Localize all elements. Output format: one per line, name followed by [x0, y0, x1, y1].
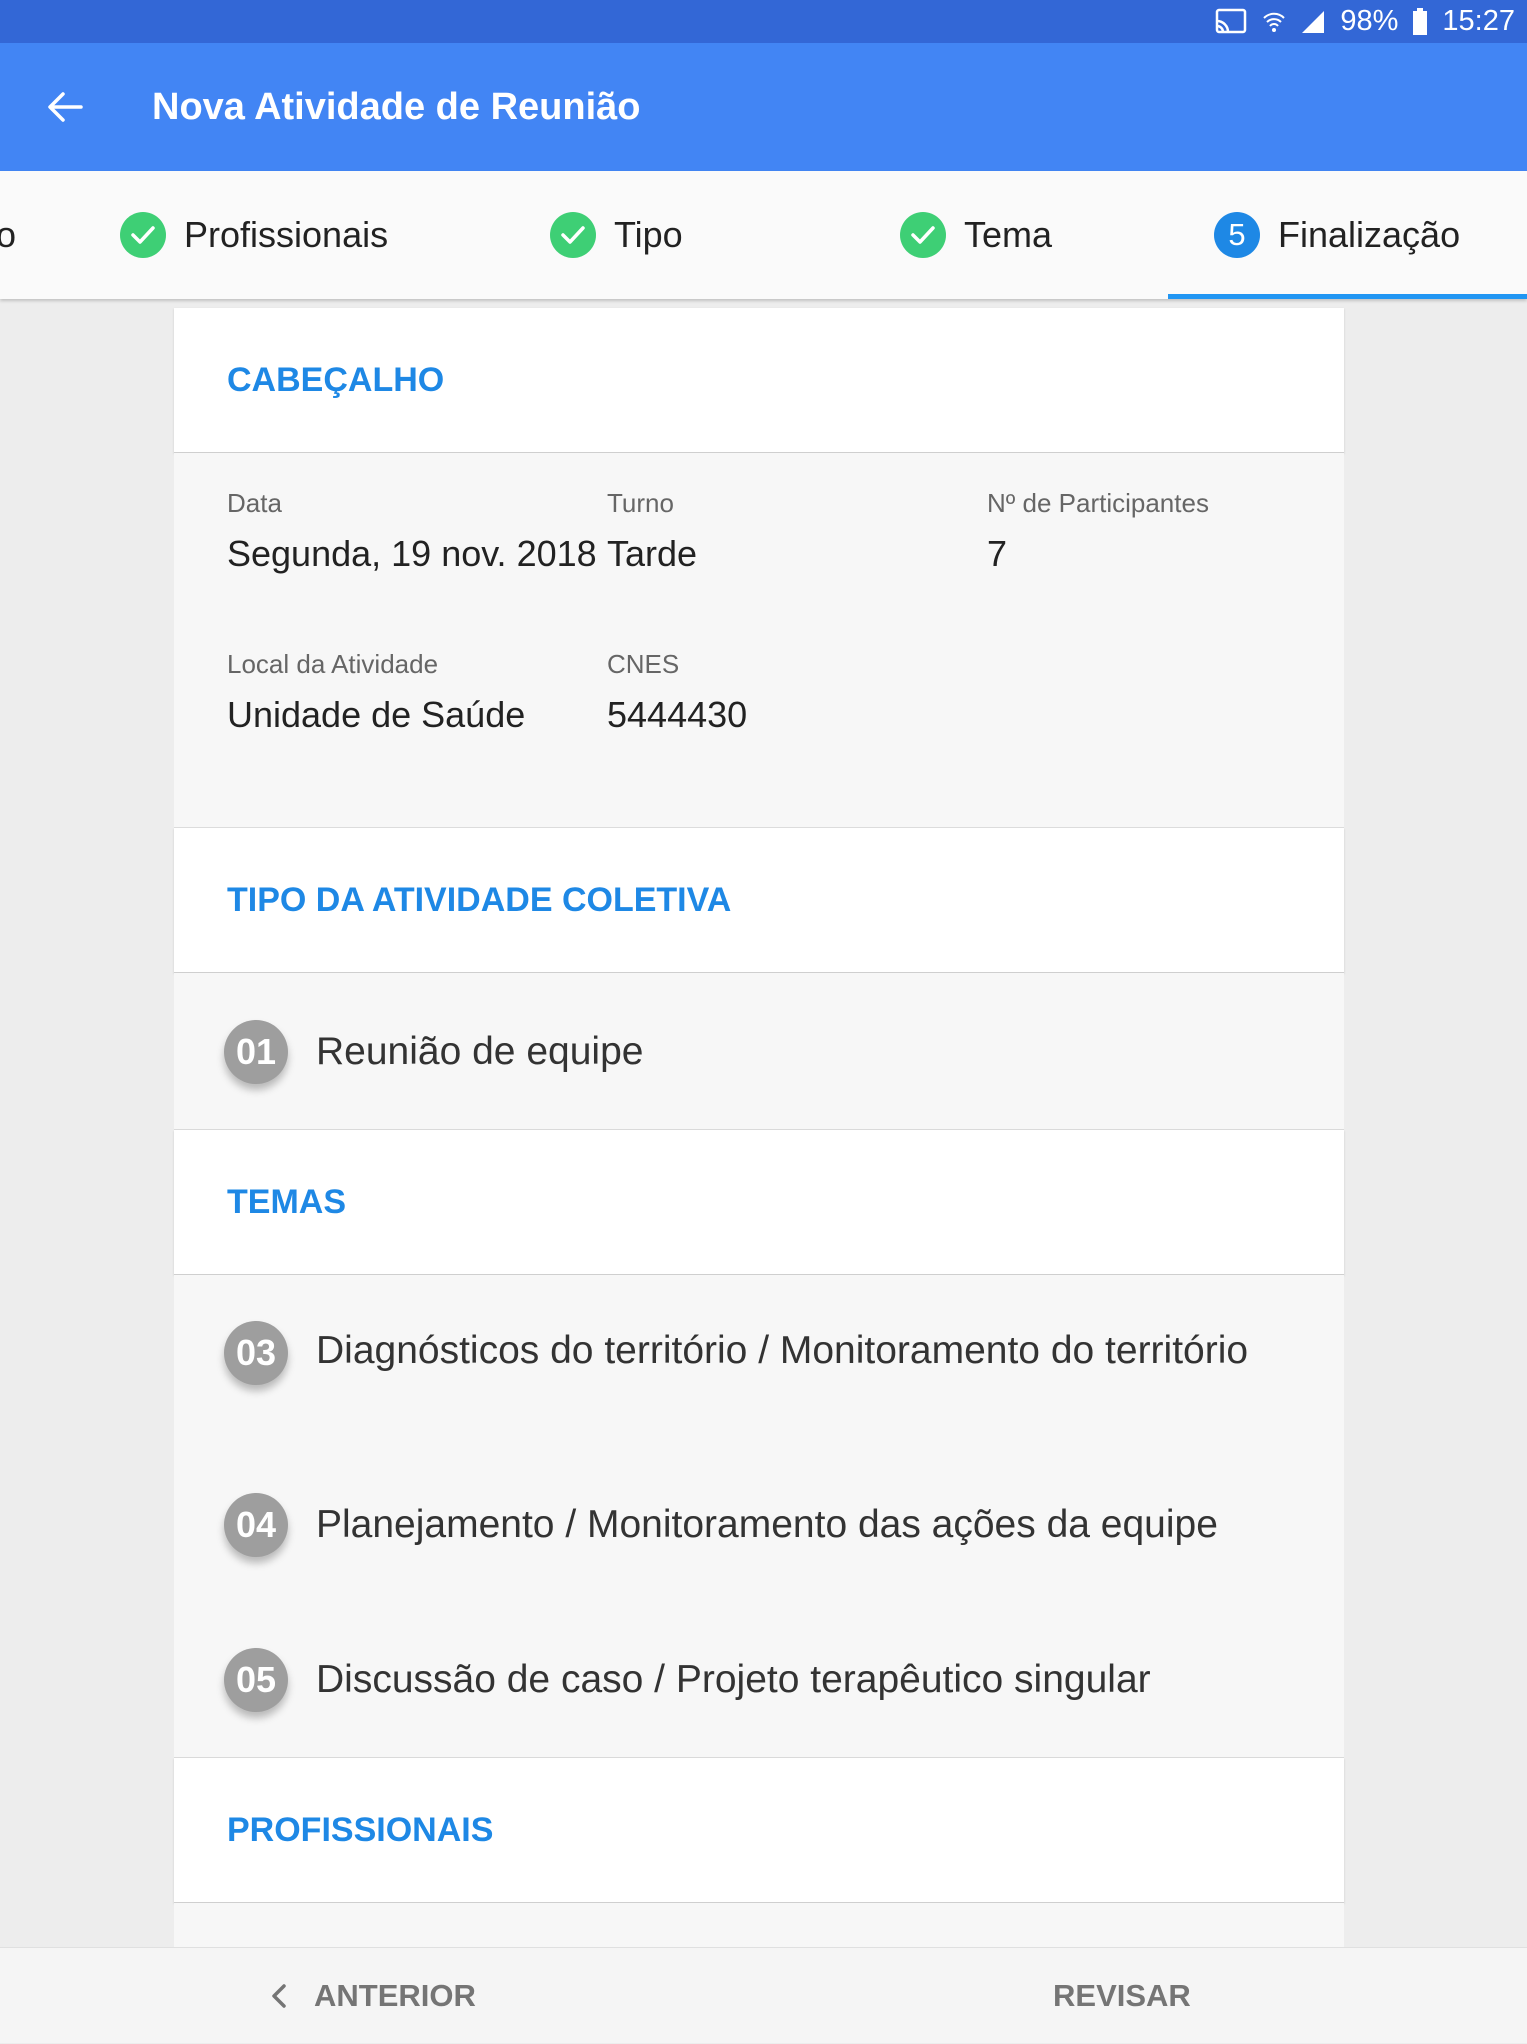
section-header-temas: TEMAS: [174, 1130, 1344, 1275]
bottom-navigation: ANTERIOR REVISAR: [0, 1947, 1527, 2043]
previous-label: ANTERIOR: [314, 1978, 476, 2013]
tema-item: 03 Diagnósticos do território / Monitora…: [174, 1275, 1344, 1448]
code-badge: 05: [224, 1648, 288, 1712]
list-item-label: Planejamento / Monitoramento das ações d…: [316, 1503, 1218, 1546]
list-item: 05 Discussão de caso / Projeto terapêuti…: [174, 1602, 1344, 1758]
field-value: Tarde: [607, 533, 698, 574]
field-label: CNES: [607, 649, 680, 679]
field-turno: Turno Tarde: [607, 488, 697, 575]
battery-percent: 98%: [1340, 5, 1399, 37]
cabecalho-fields: Data Segunda, 19 nov. 2018 Turno Tarde N…: [174, 453, 1344, 828]
page-title: Nova Atividade de Reunião: [152, 85, 641, 128]
cast-icon: [1214, 8, 1248, 36]
step-label: Finalização: [1278, 214, 1461, 255]
summary-content: CABEÇALHO Data Segunda, 19 nov. 2018 Tur…: [174, 308, 1344, 1963]
active-step-indicator: [1168, 294, 1527, 299]
field-value: Segunda, 19 nov. 2018: [227, 533, 597, 574]
stepper: o Profissionais Tipo Tema 5 Finalização: [0, 171, 1527, 299]
check-circle-icon: [900, 212, 946, 258]
field-participantes: Nº de Participantes 7: [987, 488, 1209, 575]
signal-icon: [1300, 9, 1326, 35]
field-value: 7: [987, 533, 1008, 574]
section-header-tipo: TIPO DA ATIVIDADE COLETIVA: [174, 828, 1344, 973]
field-data: Data Segunda, 19 nov. 2018: [227, 488, 597, 575]
field-value: Unidade de Saúde: [227, 694, 526, 735]
field-label: Data: [227, 488, 282, 518]
wifi-icon: [1262, 8, 1286, 36]
list-item: 04 Planejamento / Monitoramento das açõe…: [174, 1448, 1344, 1602]
list-item-label: Discussão de caso / Projeto terapêutico …: [316, 1658, 1151, 1701]
check-circle-icon: [550, 212, 596, 258]
section-header-profissionais: PROFISSIONAIS: [174, 1758, 1344, 1903]
arrow-back-icon: [48, 92, 83, 122]
chevron-left-icon: [272, 1984, 286, 2008]
previous-button[interactable]: ANTERIOR: [268, 1948, 476, 2044]
check-circle-icon: [120, 212, 166, 258]
step-finalizacao[interactable]: 5 Finalização: [1214, 171, 1460, 299]
code-badge: 03: [224, 1321, 288, 1385]
field-value: 5444430: [607, 694, 748, 735]
field-label: Local da Atividade: [227, 649, 439, 679]
step-partial-label: o: [0, 214, 17, 255]
list-item-label: Diagnósticos do território / Monitoramen…: [316, 1329, 1249, 1372]
step-label: Tipo: [614, 214, 683, 255]
battery-icon: [1412, 7, 1428, 36]
section-header-cabecalho: CABEÇALHO: [174, 308, 1344, 453]
field-label: Nº de Participantes: [987, 488, 1209, 518]
step-profissionais[interactable]: Profissionais: [120, 171, 388, 299]
tipo-list: 01 Reunião de equipe: [174, 973, 1344, 1130]
field-cnes: CNES 5444430: [607, 649, 747, 736]
tema-item: 05 Discussão de caso / Projeto terapêuti…: [174, 1602, 1344, 1758]
list-item: 01 Reunião de equipe: [174, 973, 1344, 1130]
code-badge: 01: [224, 1019, 288, 1084]
field-label: Turno: [607, 488, 674, 518]
field-local: Local da Atividade Unidade de Saúde: [227, 649, 525, 736]
code-badge: 04: [224, 1493, 288, 1557]
review-label: REVISAR: [1053, 1978, 1191, 2013]
step-tipo[interactable]: Tipo: [550, 171, 683, 299]
list-item: 03 Diagnósticos do território / Monitora…: [174, 1275, 1344, 1385]
status-bar: 98% 15:27: [0, 0, 1527, 43]
tema-item: 04 Planejamento / Monitoramento das açõe…: [174, 1448, 1344, 1602]
back-button[interactable]: [0, 43, 130, 171]
step-label: Profissionais: [184, 214, 389, 255]
step-label: Tema: [964, 214, 1053, 255]
step-number-badge: 5: [1214, 212, 1260, 258]
step-tema[interactable]: Tema: [900, 171, 1052, 299]
step-partial[interactable]: o: [0, 171, 16, 299]
app-bar: Nova Atividade de Reunião: [0, 43, 1527, 171]
list-item-label: Reunião de equipe: [316, 1029, 644, 1073]
review-button[interactable]: REVISAR: [1053, 1948, 1191, 2044]
clock: 15:27: [1442, 5, 1515, 37]
